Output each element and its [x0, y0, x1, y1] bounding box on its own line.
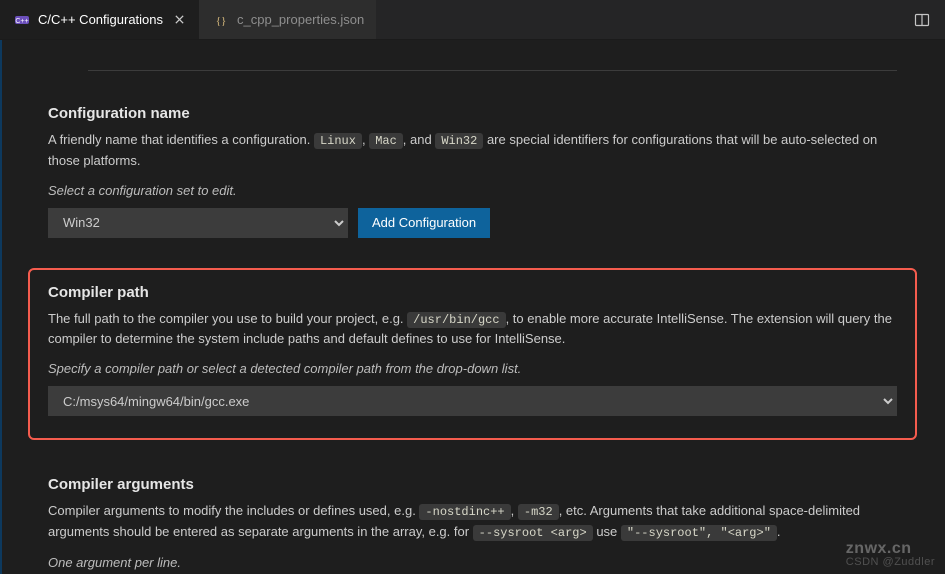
- chip-m32: -m32: [518, 504, 559, 520]
- section-hint: Select a configuration set to edit.: [48, 183, 901, 198]
- cpp-icon: C++: [14, 12, 30, 28]
- svg-text:C++: C++: [15, 18, 28, 25]
- section-hint: One argument per line.: [48, 555, 901, 570]
- tab-bar: C++ C/C++ Configurations {} c_cpp_proper…: [0, 0, 945, 40]
- section-heading: Compiler path: [48, 284, 897, 301]
- section-configuration-name: Configuration name A friendly name that …: [48, 91, 907, 244]
- section-description: The full path to the compiler you use to…: [48, 309, 897, 350]
- json-braces-icon: {}: [213, 12, 229, 28]
- section-description: Compiler arguments to modify the include…: [48, 501, 901, 542]
- chip-sysroot-quoted: "--sysroot", "<arg>": [621, 525, 777, 541]
- tab-label: C/C++ Configurations: [38, 12, 163, 27]
- section-heading: Configuration name: [48, 105, 901, 122]
- split-editor-icon[interactable]: [911, 9, 933, 31]
- add-configuration-button[interactable]: Add Configuration: [358, 208, 490, 238]
- section-heading: Compiler arguments: [48, 476, 901, 493]
- chip-win32: Win32: [435, 133, 483, 149]
- section-hint: Specify a compiler path or select a dete…: [48, 361, 897, 376]
- section-compiler-path: Compiler path The full path to the compi…: [48, 284, 897, 417]
- chip-mac: Mac: [369, 133, 403, 149]
- close-icon[interactable]: [171, 12, 187, 28]
- divider: [88, 70, 897, 71]
- chip-linux: Linux: [314, 133, 362, 149]
- svg-text:{}: {}: [216, 15, 227, 27]
- chip-sysroot-arg: --sysroot <arg>: [473, 525, 593, 541]
- section-compiler-arguments: Compiler arguments Compiler arguments to…: [48, 462, 907, 574]
- highlighted-compiler-path: Compiler path The full path to the compi…: [28, 268, 917, 441]
- tabs-actions: [911, 0, 945, 39]
- section-description: A friendly name that identifies a config…: [48, 130, 901, 171]
- configuration-select[interactable]: Win32: [48, 208, 348, 238]
- tab-label: c_cpp_properties.json: [237, 12, 364, 27]
- tab-configurations[interactable]: C++ C/C++ Configurations: [0, 0, 199, 39]
- tab-properties-json[interactable]: {} c_cpp_properties.json: [199, 0, 376, 39]
- settings-content: Configuration name A friendly name that …: [0, 40, 945, 574]
- chip-nostdinc: -nostdinc++: [419, 504, 510, 520]
- chip-gcc-path: /usr/bin/gcc: [407, 312, 505, 328]
- compiler-path-select[interactable]: C:/msys64/mingw64/bin/gcc.exe: [48, 386, 897, 416]
